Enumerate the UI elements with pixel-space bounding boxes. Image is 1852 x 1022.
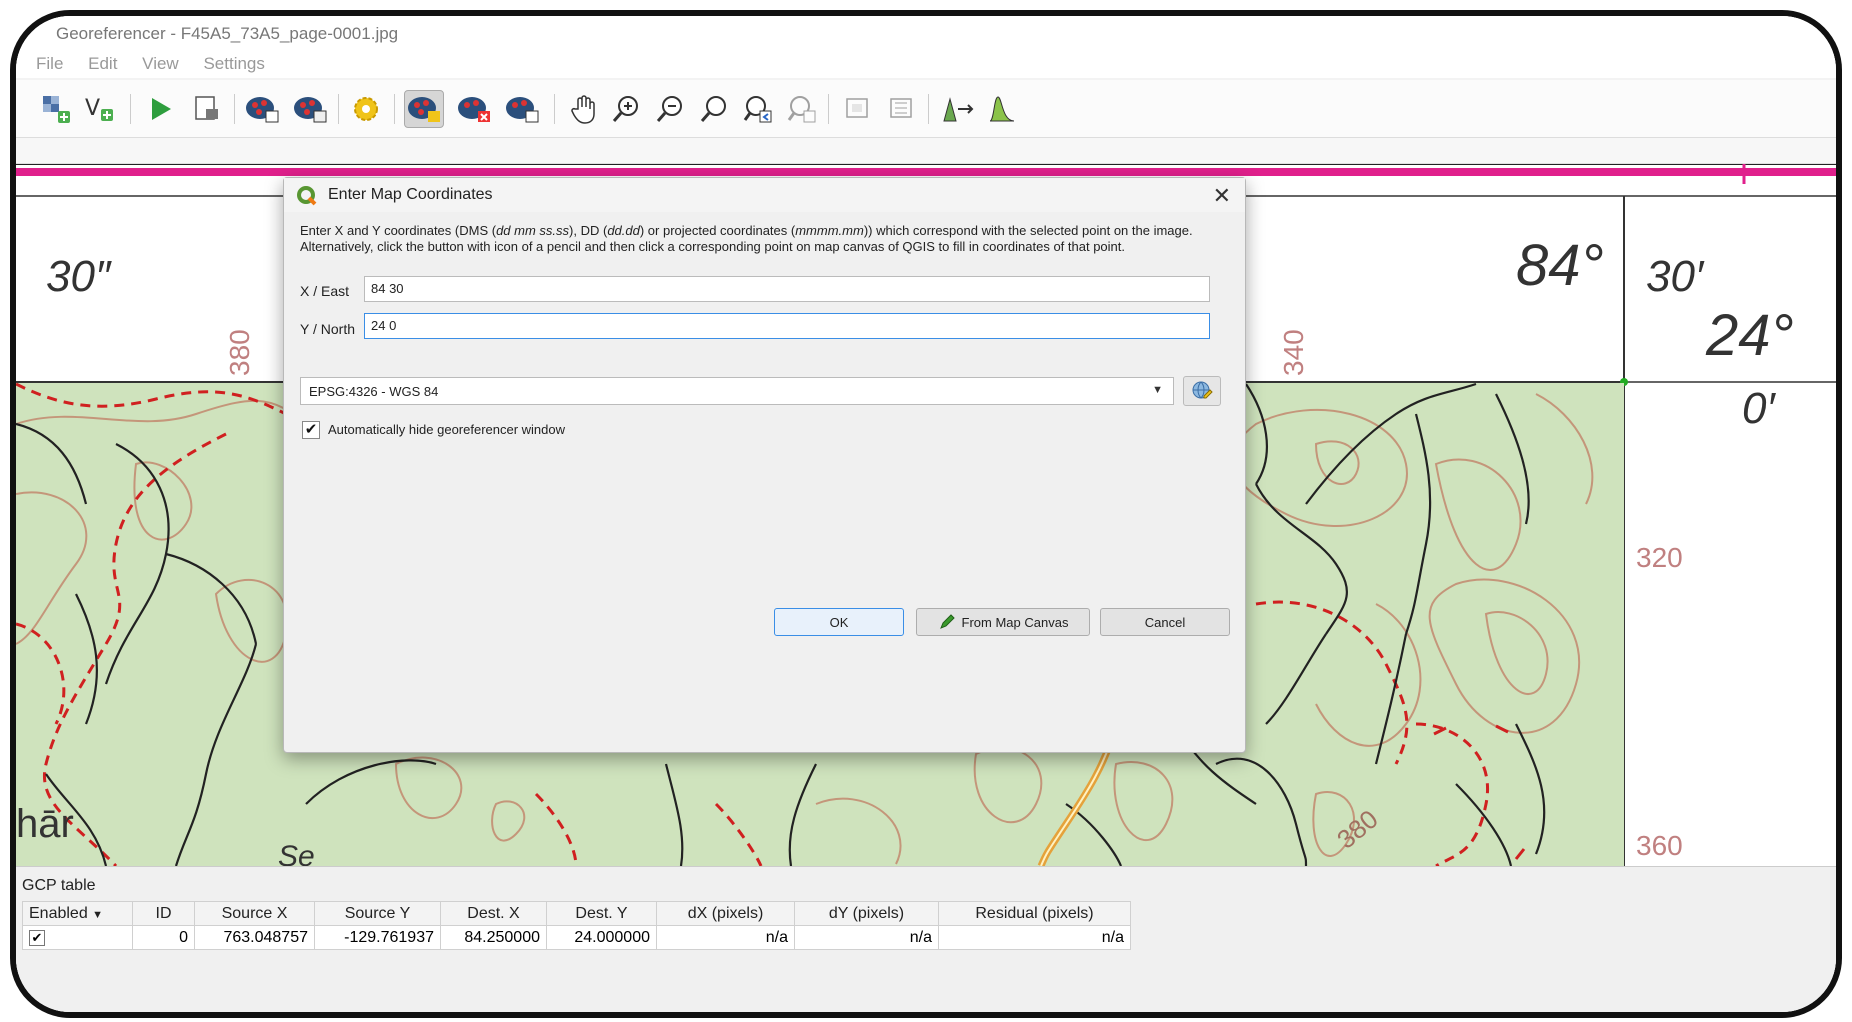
save-gcp-icon[interactable] bbox=[242, 90, 282, 128]
dy-cell: n/a bbox=[794, 925, 939, 950]
source-x-cell: 763.048757 bbox=[194, 925, 315, 950]
y-north-label: Y / North bbox=[300, 321, 355, 337]
x-east-label: X / East bbox=[300, 283, 350, 299]
map-seconds-label: 30″ bbox=[46, 252, 111, 301]
menu-view[interactable]: View bbox=[142, 54, 179, 73]
auto-hide-label: Automatically hide georeferencer window bbox=[328, 422, 566, 437]
map-longitude-minute-label: 30′ bbox=[1646, 252, 1704, 301]
screen-frame: Georeferencer - F45A5_73A5_page-0001.jpg… bbox=[10, 10, 1842, 1018]
crs-selector[interactable]: EPSG:4326 - WGS 84 ▼ bbox=[300, 377, 1174, 405]
delete-point-icon[interactable] bbox=[454, 90, 494, 128]
dest-x-cell: 84.250000 bbox=[440, 925, 547, 950]
gcp-table-panel: GCP table Enabled ▼ ID Source X Source Y… bbox=[16, 866, 1836, 1012]
dx-cell: n/a bbox=[656, 925, 795, 950]
enter-map-coordinates-dialog: Enter Map Coordinates ✕ Enter X and Y co… bbox=[283, 177, 1246, 753]
zoom-in-icon[interactable] bbox=[606, 90, 646, 128]
pan-icon[interactable] bbox=[564, 90, 604, 128]
canvas-header-strip bbox=[16, 138, 1836, 164]
column-header-dest-y[interactable]: Dest. Y bbox=[546, 901, 657, 926]
start-georeferencing-icon[interactable]: V bbox=[80, 90, 120, 128]
from-map-canvas-label: From Map Canvas bbox=[961, 614, 1069, 630]
crs-value: EPSG:4326 - WGS 84 bbox=[309, 384, 439, 399]
open-raster-icon[interactable] bbox=[36, 90, 76, 128]
map-place-name-2: Se bbox=[278, 840, 315, 866]
column-header-id[interactable]: ID bbox=[132, 901, 195, 926]
map-latitude-degree-label: 24° bbox=[1706, 303, 1794, 368]
menu-bar: File Edit View Settings bbox=[16, 48, 1836, 78]
map-tick-label-340: 340 bbox=[1278, 329, 1309, 376]
enabled-checkbox[interactable]: ✔ bbox=[29, 929, 45, 946]
add-point-icon[interactable] bbox=[404, 90, 444, 128]
pencil-icon bbox=[939, 614, 955, 629]
select-crs-button[interactable] bbox=[1183, 376, 1221, 406]
link-qgis-icon[interactable] bbox=[882, 90, 922, 128]
load-gcp-icon[interactable] bbox=[186, 90, 226, 128]
dialog-description: Enter X and Y coordinates (DMS (dd mm ss… bbox=[300, 223, 1193, 254]
dialog-title: Enter Map Coordinates bbox=[328, 186, 493, 203]
enabled-cell[interactable]: ✔ bbox=[22, 925, 133, 950]
column-header-source-y[interactable]: Source Y bbox=[314, 901, 441, 926]
x-east-input[interactable]: 84 30 bbox=[364, 276, 1210, 302]
zoom-to-layer-icon[interactable] bbox=[694, 90, 734, 128]
chevron-down-icon: ▼ bbox=[1152, 384, 1163, 396]
qgis-logo-icon bbox=[297, 186, 317, 206]
residual-cell: n/a bbox=[938, 925, 1131, 950]
settings-gear-icon[interactable] bbox=[346, 90, 386, 128]
dialog-titlebar: Enter Map Coordinates ✕ bbox=[284, 178, 1245, 212]
local-histogram-stretch-icon[interactable] bbox=[982, 90, 1022, 128]
zoom-next-icon[interactable] bbox=[782, 90, 822, 128]
close-icon[interactable]: ✕ bbox=[1213, 183, 1231, 209]
link-georeferencer-icon[interactable] bbox=[838, 90, 878, 128]
zoom-last-icon[interactable] bbox=[738, 90, 778, 128]
window-title: Georeferencer - F45A5_73A5_page-0001.jpg bbox=[16, 16, 1836, 48]
map-longitude-degree-label: 84° bbox=[1516, 233, 1604, 298]
gcp-table: Enabled ▼ ID Source X Source Y Dest. X D… bbox=[22, 901, 1131, 950]
toolbar: V bbox=[16, 80, 1836, 138]
full-histogram-stretch-icon[interactable] bbox=[938, 90, 978, 128]
dest-y-cell: 24.000000 bbox=[546, 925, 657, 950]
svg-text:V: V bbox=[85, 96, 100, 121]
generate-gdal-script-icon[interactable] bbox=[140, 90, 180, 128]
georeferencer-window: Georeferencer - F45A5_73A5_page-0001.jpg… bbox=[16, 16, 1836, 1012]
map-place-name: hār bbox=[16, 802, 74, 846]
map-latitude-minute-label: 0′ bbox=[1742, 384, 1775, 433]
zoom-out-icon[interactable] bbox=[650, 90, 690, 128]
gcp-table-title: GCP table bbox=[22, 877, 96, 894]
transformation-settings-icon[interactable] bbox=[290, 90, 330, 128]
table-row[interactable]: ✔ 0 763.048757 -129.761937 84.250000 24.… bbox=[22, 925, 1131, 950]
from-map-canvas-button[interactable]: From Map Canvas bbox=[916, 608, 1090, 636]
map-tick-label-360: 360 bbox=[1636, 830, 1683, 861]
sort-arrow-icon: ▼ bbox=[92, 908, 104, 921]
cancel-button[interactable]: Cancel bbox=[1100, 608, 1230, 636]
column-header-dy[interactable]: dY (pixels) bbox=[794, 901, 939, 926]
map-tick-label-320: 320 bbox=[1636, 542, 1683, 573]
globe-icon bbox=[1192, 381, 1213, 399]
gcp-table-header-row: Enabled ▼ ID Source X Source Y Dest. X D… bbox=[22, 901, 1131, 926]
id-cell: 0 bbox=[132, 925, 195, 950]
column-header-residual[interactable]: Residual (pixels) bbox=[938, 901, 1131, 926]
y-north-input[interactable]: 24 0 bbox=[364, 313, 1210, 339]
column-header-source-x[interactable]: Source X bbox=[194, 901, 315, 926]
source-y-cell: -129.761937 bbox=[314, 925, 441, 950]
menu-file[interactable]: File bbox=[36, 54, 63, 73]
ok-button[interactable]: OK bbox=[774, 608, 904, 636]
column-header-dest-x[interactable]: Dest. X bbox=[440, 901, 547, 926]
move-gcp-icon[interactable] bbox=[502, 90, 542, 128]
column-header-dx[interactable]: dX (pixels) bbox=[656, 901, 795, 926]
menu-edit[interactable]: Edit bbox=[88, 54, 117, 73]
auto-hide-checkbox[interactable]: ✔ bbox=[302, 421, 320, 439]
menu-settings[interactable]: Settings bbox=[203, 54, 264, 73]
map-tick-label-380: 380 bbox=[224, 329, 255, 376]
column-header-enabled[interactable]: Enabled ▼ bbox=[22, 901, 133, 926]
